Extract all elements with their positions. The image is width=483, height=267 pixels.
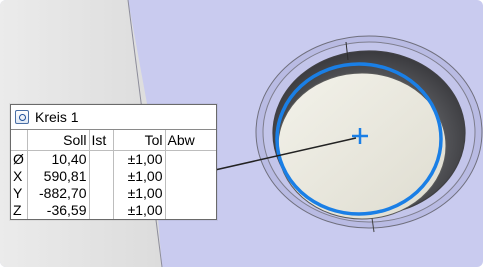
col-header-axis xyxy=(11,130,28,151)
feature-callout[interactable]: Kreis 1 Soll Ist Tol Abw Ø 10,40 ±1,00 X… xyxy=(10,104,217,220)
axis-label: X xyxy=(11,168,28,185)
soll-value: -36,59 xyxy=(27,202,90,219)
tol-value: ±1,00 xyxy=(113,150,166,168)
tol-value: ±1,00 xyxy=(113,202,166,219)
table-header-row: Soll Ist Tol Abw xyxy=(11,130,216,151)
abw-value xyxy=(165,202,216,219)
abw-value xyxy=(165,151,216,169)
cad-viewport-frame: Kreis 1 Soll Ist Tol Abw Ø 10,40 ±1,00 X… xyxy=(0,0,483,267)
tol-value: ±1,00 xyxy=(113,185,166,202)
abw-value xyxy=(165,168,216,185)
col-header-tol: Tol xyxy=(113,130,166,151)
soll-value: 10,40 xyxy=(27,150,90,168)
tol-value: ±1,00 xyxy=(113,168,166,185)
circle-feature-icon xyxy=(15,110,29,124)
col-header-soll: Soll xyxy=(27,130,90,151)
axis-label: Ø xyxy=(11,150,28,168)
table-row: Z -36,59 ±1,00 xyxy=(11,202,216,219)
callout-header: Kreis 1 xyxy=(11,105,216,130)
callout-title: Kreis 1 xyxy=(35,109,79,125)
ist-value xyxy=(89,202,114,219)
table-row: Y -882,70 ±1,00 xyxy=(11,185,216,202)
table-row: Ø 10,40 ±1,00 xyxy=(11,150,216,169)
soll-value: 590,81 xyxy=(27,168,90,185)
abw-value xyxy=(165,185,216,202)
ist-value xyxy=(89,150,114,168)
axis-label: Y xyxy=(11,185,28,202)
ist-value xyxy=(89,185,114,202)
measurement-table: Soll Ist Tol Abw Ø 10,40 ±1,00 X 590,81 xyxy=(11,130,216,219)
ist-value xyxy=(89,168,114,185)
col-header-ist: Ist xyxy=(89,130,114,151)
table-row: X 590,81 ±1,00 xyxy=(11,168,216,185)
axis-label: Z xyxy=(11,202,28,219)
soll-value: -882,70 xyxy=(27,185,90,202)
col-header-abw: Abw xyxy=(165,130,216,151)
